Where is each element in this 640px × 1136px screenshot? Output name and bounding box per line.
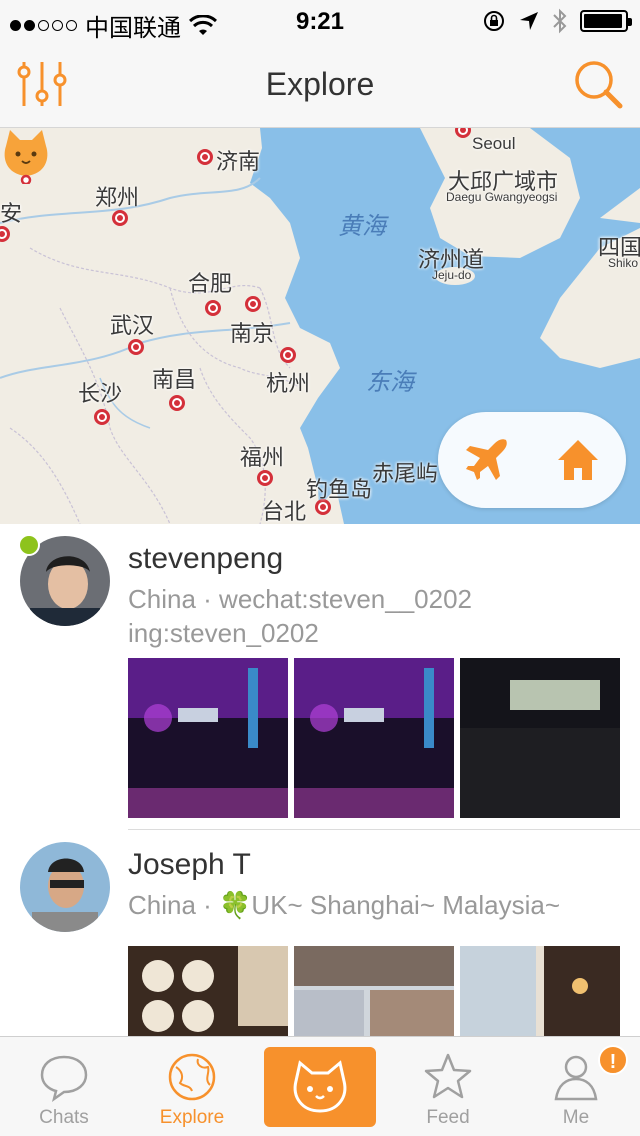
photo-strip bbox=[128, 946, 620, 1036]
airplane-icon[interactable] bbox=[462, 436, 510, 484]
photo-thumbnail[interactable] bbox=[294, 946, 454, 1036]
city-label: 赤尾屿 bbox=[372, 461, 439, 486]
status-bar: 中国联通 9:21 bbox=[0, 0, 640, 42]
city-marker[interactable] bbox=[257, 470, 273, 486]
city-label: 杭州 bbox=[266, 371, 311, 396]
notification-badge: ! bbox=[598, 1045, 628, 1075]
city-sublabel: Jeju-do bbox=[432, 268, 472, 282]
tab-label: Me bbox=[562, 1107, 590, 1128]
tab-me[interactable]: ! Me bbox=[512, 1037, 640, 1136]
city-marker[interactable] bbox=[94, 409, 110, 425]
tab-label: Chats bbox=[39, 1107, 89, 1128]
user-info: ing:steven_0202 bbox=[128, 618, 319, 648]
cat-location-pin-icon[interactable] bbox=[0, 128, 52, 184]
city-label: 合肥 bbox=[188, 271, 233, 296]
photo-thumbnail[interactable] bbox=[460, 658, 620, 818]
chat-bubble-icon bbox=[40, 1055, 88, 1102]
sea-label-yellow: 黄海 bbox=[338, 213, 386, 240]
globe-icon bbox=[168, 1053, 216, 1101]
page-title: Explore bbox=[265, 66, 375, 102]
user-name[interactable]: stevenpeng bbox=[128, 542, 283, 576]
user-info: China · 🍀UK~ Shanghai~ Malaysia~ bbox=[128, 890, 560, 920]
photo-thumbnail[interactable] bbox=[128, 946, 288, 1036]
tab-label: Feed bbox=[426, 1107, 470, 1128]
city-marker[interactable] bbox=[112, 210, 128, 226]
tab-bar: Chats Explore Feed ! Me bbox=[0, 1036, 640, 1136]
user-name[interactable]: Joseph T bbox=[128, 848, 251, 882]
city-sublabel: Daegu Gwangyeogsi bbox=[446, 190, 558, 204]
tab-label: Explore bbox=[159, 1107, 225, 1128]
photo-thumbnail[interactable] bbox=[128, 658, 288, 818]
location-arrow-icon bbox=[520, 12, 538, 30]
city-sublabel: Shiko bbox=[608, 256, 639, 270]
photo-thumbnail[interactable] bbox=[460, 946, 620, 1036]
search-icon[interactable] bbox=[570, 56, 626, 112]
tab-explore[interactable]: Explore bbox=[128, 1037, 256, 1136]
star-icon bbox=[424, 1053, 472, 1099]
city-label: 郑州 bbox=[95, 185, 140, 210]
city-marker[interactable] bbox=[197, 149, 213, 165]
status-icons bbox=[482, 8, 632, 34]
city-label: 南昌 bbox=[152, 367, 197, 392]
online-status-indicator bbox=[18, 534, 40, 556]
city-label: 福州 bbox=[240, 445, 285, 470]
city-marker[interactable] bbox=[245, 296, 261, 312]
map-view[interactable]: 黄海 东海 济南 郑州 安 合肥 南京 武汉 长沙 南昌 杭州 福州 台北 钓鱼… bbox=[0, 128, 640, 524]
city-marker[interactable] bbox=[128, 339, 144, 355]
city-marker[interactable] bbox=[205, 300, 221, 316]
navigation-bar: Explore bbox=[0, 40, 640, 128]
city-label: 台北 bbox=[262, 499, 307, 524]
photo-thumbnail[interactable] bbox=[294, 658, 454, 818]
tab-feed[interactable]: Feed bbox=[384, 1037, 512, 1136]
bluetooth-icon bbox=[553, 8, 567, 34]
city-label: 南京 bbox=[230, 321, 275, 346]
rotation-lock-icon bbox=[484, 11, 504, 31]
city-marker[interactable] bbox=[280, 347, 296, 363]
city-label: 钓鱼岛 bbox=[306, 477, 373, 502]
city-label: 安 bbox=[0, 201, 23, 226]
photo-strip bbox=[128, 658, 620, 818]
user-info: China · wechat:steven__0202 bbox=[128, 584, 473, 614]
map-controls bbox=[438, 412, 626, 508]
city-label: Seoul bbox=[472, 134, 516, 153]
user-feed[interactable]: stevenpeng China · wechat:steven__0202 i… bbox=[0, 524, 640, 1036]
sea-label-east: 东海 bbox=[366, 369, 414, 396]
battery-icon bbox=[580, 10, 632, 32]
avatar[interactable] bbox=[20, 842, 110, 932]
city-marker[interactable] bbox=[169, 395, 185, 411]
person-icon bbox=[554, 1055, 598, 1101]
city-label: 济南 bbox=[216, 149, 261, 174]
city-label: 长沙 bbox=[78, 381, 123, 406]
cat-face-icon bbox=[293, 1060, 347, 1113]
divider bbox=[128, 829, 640, 830]
home-icon[interactable] bbox=[554, 436, 602, 484]
tab-cat-center[interactable] bbox=[264, 1047, 376, 1127]
tab-chats[interactable]: Chats bbox=[0, 1037, 128, 1136]
city-label: 武汉 bbox=[110, 313, 155, 338]
